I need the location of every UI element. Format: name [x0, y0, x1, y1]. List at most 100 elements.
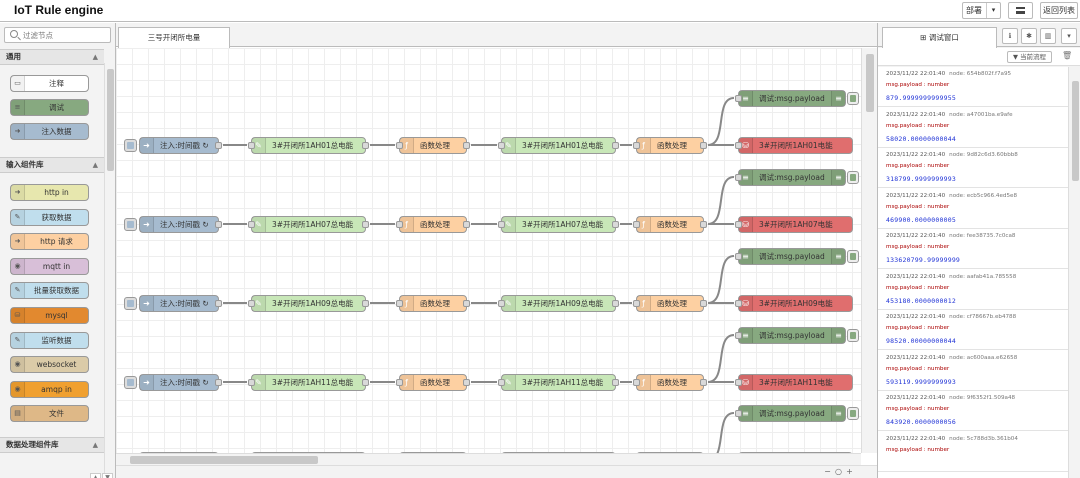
- output-port[interactable]: [362, 221, 369, 228]
- source-node[interactable]: ✎ 3#开闭所1AH11总电能: [498, 374, 619, 391]
- debug-toggle-button[interactable]: [847, 329, 859, 342]
- trash-icon[interactable]: 🗑: [1062, 51, 1072, 60]
- output-port[interactable]: [612, 221, 619, 228]
- input-port[interactable]: [735, 142, 742, 149]
- output-port[interactable]: [612, 379, 619, 386]
- flow-wire[interactable]: [707, 255, 735, 304]
- input-port[interactable]: [735, 174, 742, 181]
- source-node[interactable]: ✎ 3#开闭所1AH01总电能: [248, 137, 369, 154]
- input-port[interactable]: [735, 95, 742, 102]
- input-port[interactable]: [498, 300, 505, 307]
- flow-canvas[interactable]: ➜ 注入:时间戳 ↻ ✎ 3#开闭所1AH01总电能 ƒ 函数处理 ✎ 3#开闭所1AH01总…: [116, 48, 861, 453]
- palette-node[interactable]: ▭ 注释: [10, 75, 89, 92]
- output-port[interactable]: [700, 221, 707, 228]
- inject-node[interactable]: ➜ 注入:时间戳 ↻: [124, 374, 222, 391]
- zoom-in-button[interactable]: +: [844, 467, 855, 477]
- source-node[interactable]: ✎ 3#开闭所1AH01总电能: [498, 137, 619, 154]
- palette-node[interactable]: ◉ websocket: [10, 356, 89, 374]
- inject-trigger-button[interactable]: [124, 376, 137, 389]
- debug-message[interactable]: 2023/11/22 22:01:40 node: a47001ba.e9afe m…: [878, 108, 1068, 148]
- input-port[interactable]: [735, 300, 742, 307]
- input-port[interactable]: [735, 379, 742, 386]
- output-port[interactable]: [463, 142, 470, 149]
- sink-node[interactable]: ⛁ 3#开闭所1AH07电能: [735, 216, 853, 233]
- debug-message-node[interactable]: node: 9d82c6d3.60bbb8: [949, 152, 1018, 158]
- function-node[interactable]: ƒ函数处理: [396, 216, 470, 233]
- output-port[interactable]: [362, 142, 369, 149]
- debug-message[interactable]: 2023/11/22 22:01:40 node: cf78667b.eb4788…: [878, 310, 1068, 350]
- debug-message-node[interactable]: node: 9f6352f1.509a48: [949, 395, 1015, 401]
- debug-node[interactable]: ≡ 调试:msg.payload ≡: [735, 327, 859, 344]
- dashboard-button[interactable]: ▥: [1040, 28, 1056, 44]
- sidebar-menu-button[interactable]: ▾: [1061, 28, 1077, 44]
- function-node[interactable]: ƒ函数处理: [396, 374, 470, 391]
- palette-scroll-thumb[interactable]: [107, 69, 114, 171]
- palette-scrollbar[interactable]: [104, 63, 115, 475]
- debug-message-node[interactable]: node: cf78667b.eb4788: [949, 314, 1016, 320]
- debug-node[interactable]: ≡ 调试:msg.payload ≡: [735, 169, 859, 186]
- source-node[interactable]: ✎ 3#开闭所1AH07总电能: [248, 216, 369, 233]
- palette-node[interactable]: ✎ 监听数据: [10, 331, 89, 349]
- function-node[interactable]: ƒ函数处理: [396, 137, 470, 154]
- output-port[interactable]: [612, 142, 619, 149]
- function-node[interactable]: ƒ函数处理: [633, 295, 707, 312]
- debug-message-node[interactable]: node: fee38735.7c0ca8: [949, 233, 1015, 239]
- function-node[interactable]: ƒ函数处理: [396, 295, 470, 312]
- inject-node[interactable]: ➜ 注入:时间戳 ↻: [124, 137, 222, 154]
- input-port[interactable]: [248, 379, 255, 386]
- debug-message[interactable]: 2023/11/22 22:01:40 node: fee38735.7c0ca8…: [878, 229, 1068, 269]
- debug-message-node[interactable]: node: a47001ba.e9afe: [949, 112, 1012, 118]
- canvas-vscroll-thumb[interactable]: [866, 54, 874, 112]
- palette-category-common[interactable]: 通用 ▲: [0, 49, 104, 65]
- sink-node[interactable]: ⛁ 3#开闭所1AH11电能: [735, 374, 853, 391]
- debug-node[interactable]: ≡ 调试:msg.payload ≡: [735, 248, 859, 265]
- palette-search[interactable]: [4, 27, 111, 43]
- input-port[interactable]: [248, 142, 255, 149]
- palette-node[interactable]: ➜ http 请求: [10, 233, 89, 251]
- debug-message-node[interactable]: node: aafab41a.785558: [949, 274, 1016, 280]
- input-port[interactable]: [498, 142, 505, 149]
- main-menu-button[interactable]: [1008, 2, 1033, 19]
- caret-down-icon[interactable]: ▾: [986, 3, 1000, 18]
- input-port[interactable]: [396, 221, 403, 228]
- function-node[interactable]: ƒ函数处理: [633, 374, 707, 391]
- output-port[interactable]: [700, 379, 707, 386]
- source-node[interactable]: ✎ 3#开闭所1AH09总电能: [498, 295, 619, 312]
- palette-node[interactable]: ◉ mqtt in: [10, 257, 89, 275]
- input-port[interactable]: [633, 221, 640, 228]
- output-port[interactable]: [612, 300, 619, 307]
- output-port[interactable]: [215, 300, 222, 307]
- inject-trigger-button[interactable]: [124, 218, 137, 231]
- output-port[interactable]: [215, 221, 222, 228]
- input-port[interactable]: [633, 300, 640, 307]
- debug-toggle-button[interactable]: [847, 407, 859, 420]
- debug-message-node[interactable]: node: ecb5c966.4ed5e8: [949, 193, 1017, 199]
- input-port[interactable]: [735, 332, 742, 339]
- collapse-up-icon[interactable]: ▲: [90, 473, 101, 478]
- output-port[interactable]: [463, 300, 470, 307]
- debug-message[interactable]: 2023/11/22 22:01:40 node: 5c788d3b.361b04…: [878, 432, 1068, 472]
- source-node[interactable]: ✎ 3#开闭所1AH09总电能: [248, 295, 369, 312]
- config-button[interactable]: ✱: [1021, 28, 1037, 44]
- palette-node[interactable]: ✎ 获取数据: [10, 208, 89, 226]
- flow-wire[interactable]: [708, 412, 735, 453]
- flow-wire[interactable]: [707, 97, 735, 146]
- debug-scroll-thumb[interactable]: [1072, 81, 1079, 181]
- input-port[interactable]: [498, 221, 505, 228]
- debug-message[interactable]: 2023/11/22 22:01:40 node: 9f6352f1.509a48…: [878, 391, 1068, 431]
- palette-category-processing[interactable]: 数据处理组件库 ▲: [0, 437, 104, 453]
- function-node[interactable]: ƒ函数处理: [633, 137, 707, 154]
- back-to-list-button[interactable]: 返回列表: [1040, 2, 1078, 19]
- output-port[interactable]: [700, 142, 707, 149]
- debug-toggle-button[interactable]: [847, 92, 859, 105]
- output-port[interactable]: [463, 379, 470, 386]
- output-port[interactable]: [215, 379, 222, 386]
- source-node[interactable]: ✎ 3#开闭所1AH11总电能: [248, 374, 369, 391]
- input-port[interactable]: [498, 379, 505, 386]
- debug-node[interactable]: ≡ 调试:msg.payload ≡: [735, 90, 859, 107]
- palette-node[interactable]: ➜ 注入数据: [10, 123, 89, 140]
- zoom-out-button[interactable]: −: [822, 467, 833, 477]
- canvas-horizontal-scrollbar[interactable]: [116, 453, 861, 465]
- input-port[interactable]: [396, 379, 403, 386]
- palette-node[interactable]: ✎ 批量获取数据: [10, 282, 89, 300]
